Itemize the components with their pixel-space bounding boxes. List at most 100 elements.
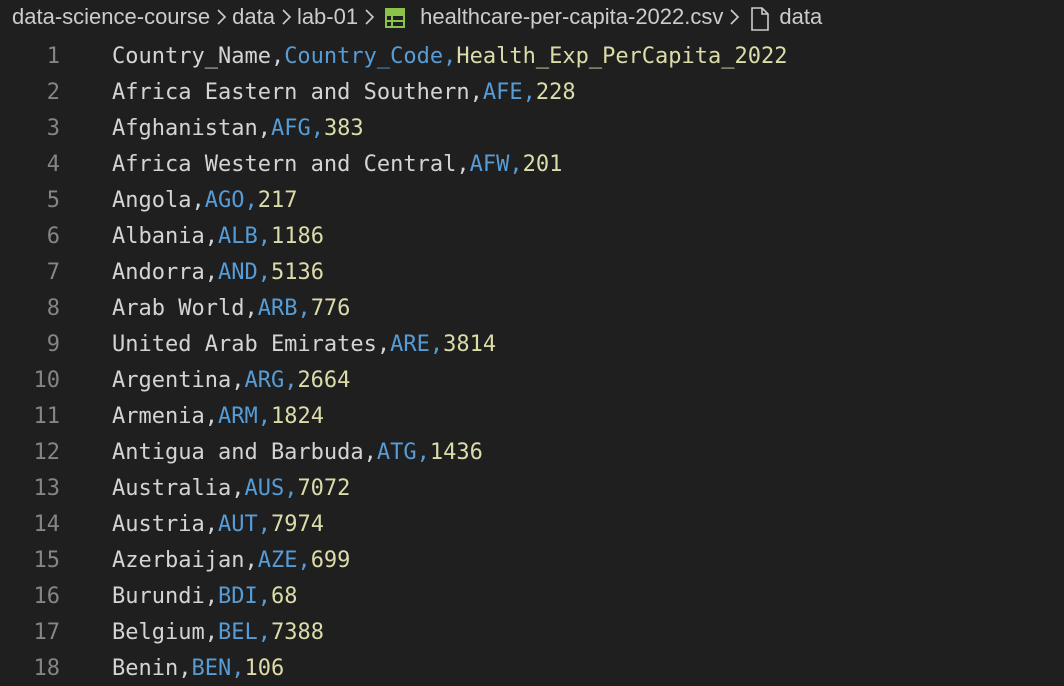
code-line[interactable]: 10 Argentina,ARG,2664 <box>0 362 1064 398</box>
line-content: Australia,AUS,7072 <box>60 476 350 501</box>
breadcrumb-item-file[interactable]: healthcare-per-capita-2022.csv <box>420 4 723 30</box>
code-line[interactable]: 14 Austria,AUT,7974 <box>0 506 1064 542</box>
csv-field-1: Country_Name, <box>112 43 285 69</box>
csv-field-1: Armenia, <box>112 403 218 429</box>
csv-field-2: AZE, <box>257 547 311 573</box>
csv-field-2: ATG, <box>376 439 430 465</box>
line-number: 4 <box>46 151 60 177</box>
csv-field-1: Australia, <box>112 475 245 501</box>
csv-field-3: Health_Exp_PerCapita_2022 <box>456 43 788 69</box>
csv-field-1: Afghanistan, <box>112 115 271 141</box>
csv-field-1: Benin, <box>112 655 192 681</box>
csv-field-1: Azerbaijan, <box>112 547 258 573</box>
line-content: Argentina,ARG,2664 <box>60 368 350 393</box>
breadcrumb-item-folder-lab[interactable]: lab-01 <box>297 4 358 30</box>
line-number: 3 <box>46 115 60 141</box>
line-number: 11 <box>33 403 61 429</box>
line-number: 15 <box>33 547 61 573</box>
line-number: 1 <box>46 43 60 69</box>
csv-field-2: ARE, <box>390 331 444 357</box>
line-number: 9 <box>46 331 60 357</box>
line-content: Armenia,ARM,1824 <box>60 404 324 429</box>
code-line[interactable]: 17 Belgium,BEL,7388 <box>0 614 1064 650</box>
chevron-right-icon <box>723 0 745 34</box>
line-number: 7 <box>46 259 60 285</box>
csv-field-2: ARB, <box>257 295 311 321</box>
code-line[interactable]: 13 Australia,AUS,7072 <box>0 470 1064 506</box>
line-number: 10 <box>33 367 61 393</box>
csv-field-3: 776 <box>310 295 351 321</box>
csv-field-2: AUT, <box>217 511 271 537</box>
line-number: 14 <box>33 511 61 537</box>
csv-field-3: 228 <box>535 79 576 105</box>
csv-field-3: 1436 <box>429 439 483 465</box>
csv-field-3: 1824 <box>270 403 324 429</box>
csv-field-2: BDI, <box>217 583 271 609</box>
table-icon <box>384 7 406 29</box>
csv-field-2: AND, <box>217 259 271 285</box>
csv-field-3: 201 <box>522 151 563 177</box>
code-line[interactable]: 7 Andorra,AND,5136 <box>0 254 1064 290</box>
csv-field-2: AFW, <box>469 151 523 177</box>
line-content: Benin,BEN,106 <box>60 656 284 681</box>
line-number: 16 <box>33 583 61 609</box>
breadcrumb-item-folder-data[interactable]: data <box>232 4 275 30</box>
line-content: United Arab Emirates,ARE,3814 <box>60 332 496 357</box>
line-number: 6 <box>46 223 60 249</box>
csv-field-1: Burundi, <box>112 583 218 609</box>
line-number: 18 <box>33 655 61 681</box>
code-line[interactable]: 1 Country_Name,Country_Code,Health_Exp_Pe… <box>0 38 1064 74</box>
csv-field-1: Albania, <box>112 223 218 249</box>
code-line[interactable]: 18 Benin,BEN,106 <box>0 650 1064 686</box>
code-line[interactable]: 8 Arab World,ARB,776 <box>0 290 1064 326</box>
code-line[interactable]: 9 United Arab Emirates,ARE,3814 <box>0 326 1064 362</box>
line-content: Austria,AUT,7974 <box>60 512 324 537</box>
csv-field-1: Antigua and Barbuda, <box>112 439 377 465</box>
csv-field-1: Belgium, <box>112 619 218 645</box>
code-line[interactable]: 6 Albania,ALB,1186 <box>0 218 1064 254</box>
line-number: 2 <box>46 79 60 105</box>
breadcrumb: data-science-course data lab-01 healthca… <box>0 0 1064 34</box>
line-content: Angola,AGO,217 <box>60 188 297 213</box>
line-content: Azerbaijan,AZE,699 <box>60 548 350 573</box>
csv-field-3: 2664 <box>297 367 351 393</box>
code-line[interactable]: 2 Africa Eastern and Southern,AFE,228 <box>0 74 1064 110</box>
code-line[interactable]: 11 Armenia,ARM,1824 <box>0 398 1064 434</box>
code-editor[interactable]: 1 Country_Name,Country_Code,Health_Exp_Pe… <box>0 38 1064 686</box>
csv-field-3: 217 <box>257 187 298 213</box>
line-content: Antigua and Barbuda,ATG,1436 <box>60 440 483 465</box>
code-line[interactable]: 5 Angola,AGO,217 <box>0 182 1064 218</box>
csv-field-2: ARG, <box>244 367 298 393</box>
csv-field-2: AFE, <box>482 79 536 105</box>
breadcrumb-item-folder-root[interactable]: data-science-course <box>12 4 210 30</box>
line-number: 8 <box>46 295 60 321</box>
chevron-right-icon <box>358 0 380 34</box>
csv-field-3: 383 <box>323 115 364 141</box>
chevron-right-icon <box>275 0 297 34</box>
line-content: Albania,ALB,1186 <box>60 224 324 249</box>
breadcrumb-item-symbol[interactable]: data <box>779 4 822 30</box>
line-content: Andorra,AND,5136 <box>60 260 324 285</box>
code-line[interactable]: 16 Burundi,BDI,68 <box>0 578 1064 614</box>
code-line[interactable]: 12 Antigua and Barbuda,ATG,1436 <box>0 434 1064 470</box>
csv-field-1: Africa Western and Central, <box>112 151 470 177</box>
csv-field-2: ALB, <box>217 223 271 249</box>
line-number: 13 <box>33 475 61 501</box>
line-content: Africa Western and Central,AFW,201 <box>60 152 562 177</box>
line-number: 5 <box>46 187 60 213</box>
csv-field-3: 699 <box>310 547 351 573</box>
line-content: Arab World,ARB,776 <box>60 296 350 321</box>
csv-field-2: Country_Code, <box>284 43 457 69</box>
line-content: Africa Eastern and Southern,AFE,228 <box>60 80 576 105</box>
csv-field-1: Argentina, <box>112 367 245 393</box>
csv-field-3: 1186 <box>270 223 324 249</box>
line-number: 17 <box>33 619 61 645</box>
csv-field-1: Angola, <box>112 187 205 213</box>
code-line[interactable]: 15 Azerbaijan,AZE,699 <box>0 542 1064 578</box>
chevron-right-icon <box>210 0 232 34</box>
csv-field-3: 68 <box>270 583 298 609</box>
csv-field-3: 7072 <box>297 475 351 501</box>
csv-field-1: Andorra, <box>112 259 218 285</box>
code-line[interactable]: 3 Afghanistan,AFG,383 <box>0 110 1064 146</box>
code-line[interactable]: 4 Africa Western and Central,AFW,201 <box>0 146 1064 182</box>
